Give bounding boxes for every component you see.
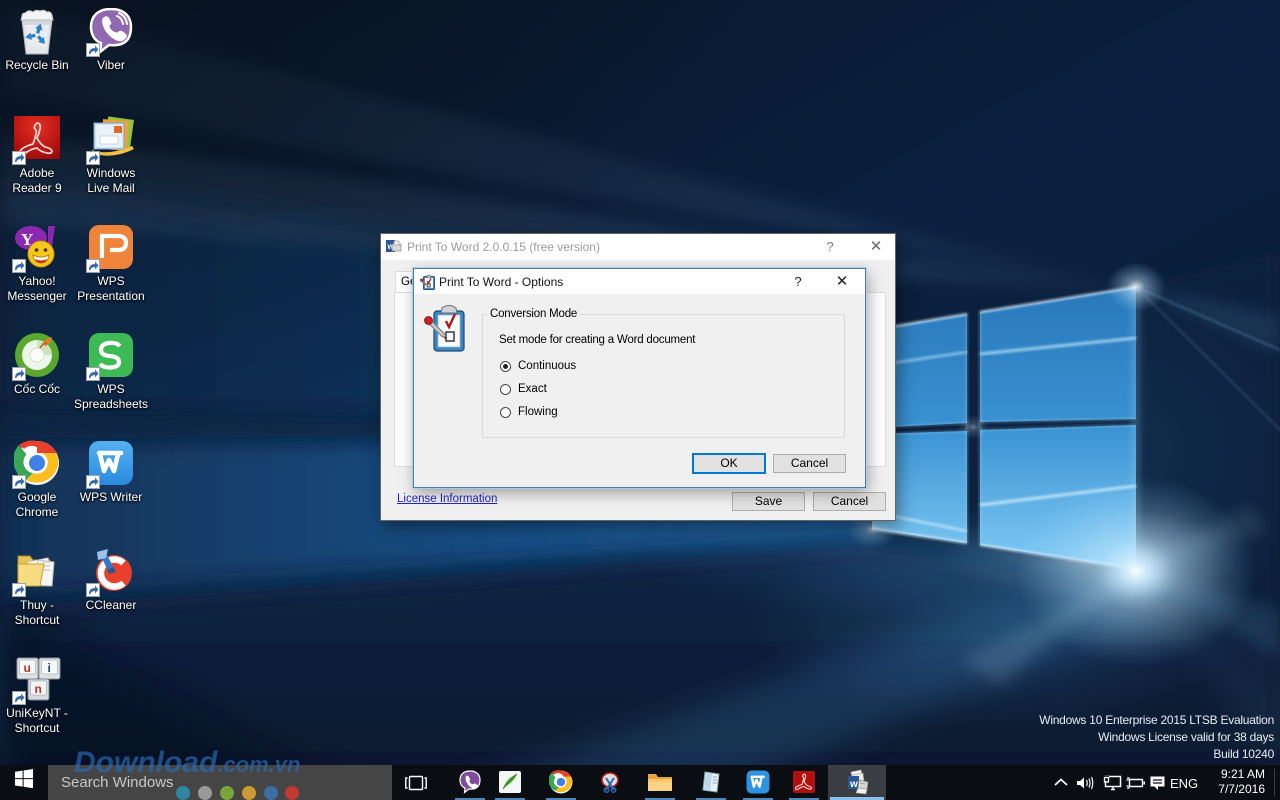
svg-text:i: i — [48, 661, 51, 675]
svg-text:w: w — [849, 779, 858, 790]
svg-text:n: n — [35, 682, 42, 696]
svg-text:u: u — [24, 661, 31, 675]
